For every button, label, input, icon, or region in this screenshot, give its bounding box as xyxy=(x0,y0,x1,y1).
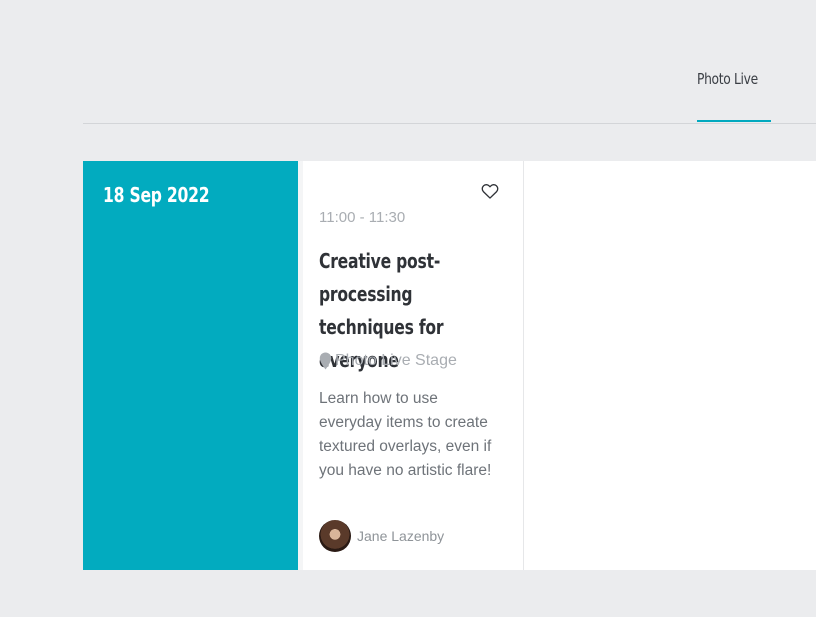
location-label: Photo Live Stage xyxy=(335,352,457,369)
speaker-name: Jane Lazenby xyxy=(357,528,445,544)
session-card[interactable]: 11:00 - 11:30 Creative post-processing t… xyxy=(303,161,524,570)
schedule-panel: 18 Sep 2022 11:00 - 11:30 Creative post-… xyxy=(83,161,816,570)
tab-bar: Photo Live xyxy=(83,0,816,124)
session-location: Photo Live Stage xyxy=(319,352,457,370)
session-description: Learn how to use everyday items to creat… xyxy=(319,390,492,479)
tab-photo-live[interactable]: Photo Live xyxy=(697,68,772,122)
date-column: 18 Sep 2022 xyxy=(83,161,298,570)
tab-label: Photo Live xyxy=(697,70,758,88)
heart-outline-icon[interactable] xyxy=(480,181,500,201)
avatar xyxy=(319,520,351,552)
speaker[interactable]: Jane Lazenby xyxy=(319,520,444,552)
day-date: 18 Sep 2022 xyxy=(103,183,210,207)
session-time: 11:00 - 11:30 xyxy=(319,209,406,226)
map-pin-icon xyxy=(319,352,332,370)
